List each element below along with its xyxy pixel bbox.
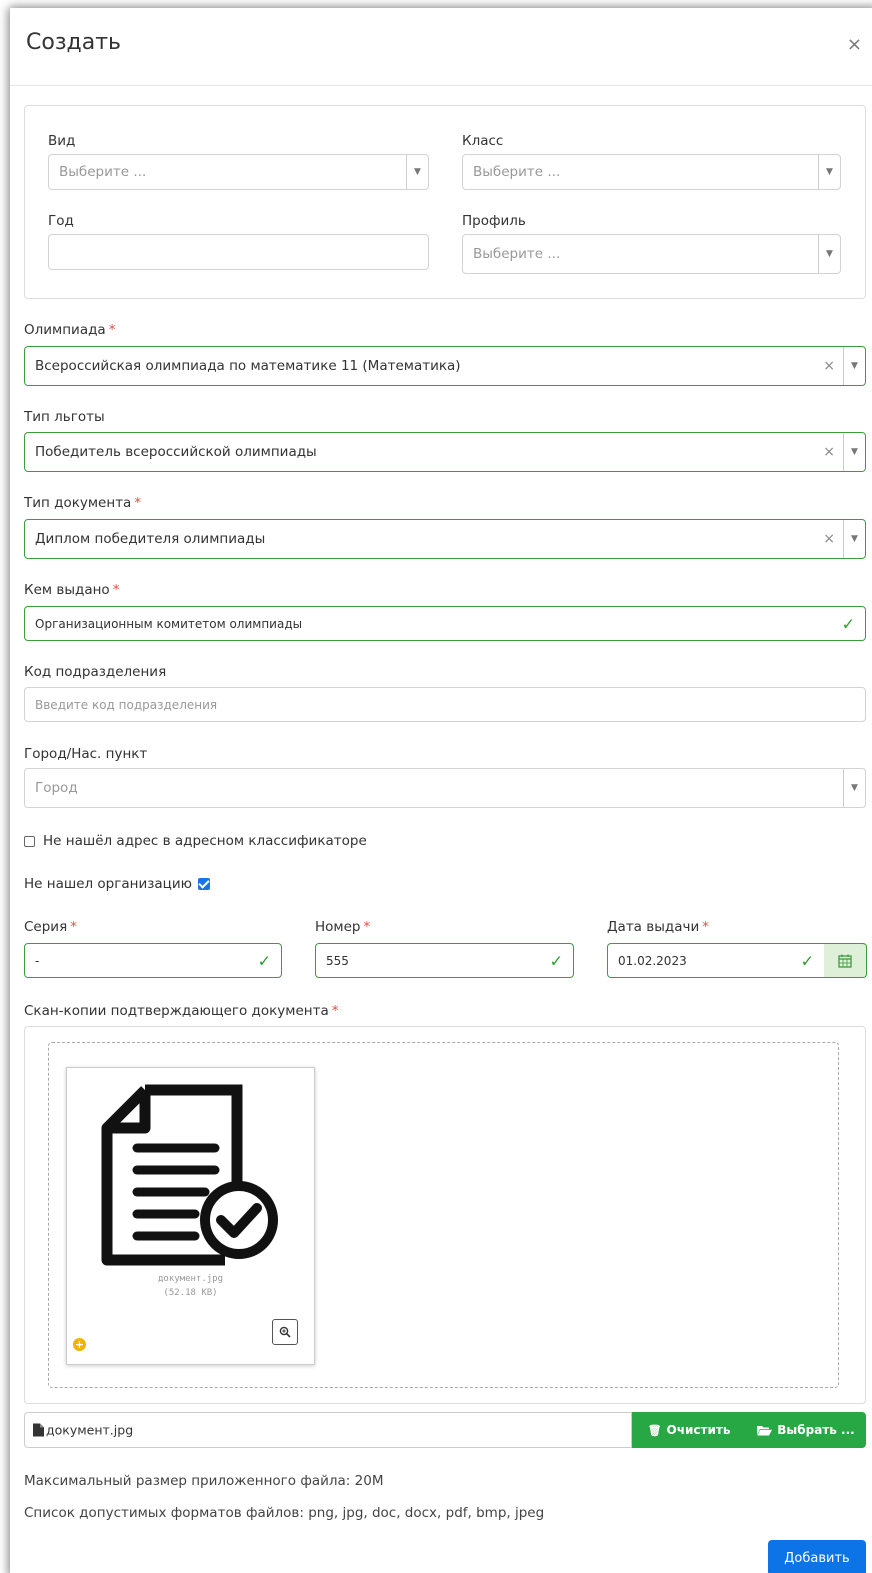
plus-circle-icon: + bbox=[73, 1338, 86, 1351]
required-mark: * bbox=[112, 582, 120, 598]
series-label: Серия * bbox=[24, 919, 77, 935]
issue-date-input[interactable]: 01.02.2023 ✓ bbox=[607, 943, 825, 978]
benefit-type-select[interactable]: Победитель всероссийской олимпиады × ▼ bbox=[24, 432, 866, 472]
dialog-title: Создать bbox=[26, 30, 121, 55]
required-mark: * bbox=[702, 919, 709, 935]
required-mark: * bbox=[70, 919, 77, 935]
file-caption-name: документ.jpg bbox=[46, 1422, 134, 1438]
number-label-text: Номер bbox=[315, 919, 361, 935]
number-value: 555 bbox=[326, 953, 349, 968]
address-not-found-checkbox[interactable]: Не нашёл адрес в адресном классификаторе bbox=[24, 833, 367, 849]
preview-file-name: документ.jpg bbox=[157, 1274, 224, 1284]
chevron-down-icon[interactable]: ▼ bbox=[818, 155, 840, 189]
chevron-down-icon[interactable]: ▼ bbox=[818, 235, 840, 273]
preview-file-size: (52.18 KB) bbox=[163, 1288, 218, 1298]
choose-file-button[interactable]: Выбрать ... bbox=[746, 1412, 866, 1448]
check-icon: ✓ bbox=[841, 614, 855, 633]
calendar-button[interactable] bbox=[824, 943, 867, 978]
chevron-down-icon[interactable]: ▼ bbox=[843, 769, 865, 807]
folder-open-icon bbox=[757, 1425, 773, 1435]
vid-label: Вид bbox=[48, 133, 76, 149]
org-not-found-checkbox[interactable]: Не нашел организацию bbox=[24, 876, 210, 892]
olympiad-select[interactable]: Всероссийская олимпиада по математике 11… bbox=[24, 346, 866, 386]
city-placeholder: Город bbox=[35, 780, 78, 796]
series-label-text: Серия bbox=[24, 919, 68, 935]
benefit-type-value: Победитель всероссийской олимпиады bbox=[35, 444, 317, 460]
clear-icon[interactable]: × bbox=[823, 358, 835, 374]
klass-label: Класс bbox=[462, 133, 504, 149]
zoom-in-icon bbox=[279, 1326, 291, 1338]
formats-info: Список допустимых форматов файлов: png, … bbox=[24, 1505, 545, 1521]
file-preview-card: документ.jpg (52.18 KB) + bbox=[66, 1067, 315, 1365]
required-mark: * bbox=[331, 1003, 339, 1019]
doc-type-value: Диплом победителя олимпиады bbox=[35, 531, 266, 547]
dialog-header: Создать × bbox=[10, 8, 872, 86]
klass-select[interactable]: Выберите ... ▼ bbox=[462, 154, 841, 190]
vid-select[interactable]: Выберите ... ▼ bbox=[48, 154, 429, 190]
chevron-down-icon[interactable]: ▼ bbox=[406, 155, 428, 189]
address-not-found-label: Не нашёл адрес в адресном классификаторе bbox=[43, 833, 367, 849]
create-dialog: Создать × Вид Выберите ... ▼ Класс Выбер… bbox=[10, 8, 872, 1573]
clear-icon[interactable]: × bbox=[823, 444, 835, 460]
checkbox-checked-icon[interactable] bbox=[198, 878, 210, 890]
max-size-info: Максимальный размер приложенного файла: … bbox=[24, 1473, 384, 1489]
city-label: Город/Нас. пункт bbox=[24, 746, 148, 762]
chevron-down-icon[interactable]: ▼ bbox=[843, 520, 865, 558]
file-icon bbox=[33, 1423, 44, 1437]
profil-placeholder: Выберите ... bbox=[473, 246, 561, 262]
check-icon: ✓ bbox=[800, 951, 814, 970]
add-button[interactable]: Добавить bbox=[768, 1540, 866, 1573]
series-value: - bbox=[35, 953, 40, 968]
check-icon: ✓ bbox=[257, 951, 271, 970]
file-caption: документ.jpg bbox=[24, 1412, 632, 1448]
benefit-type-label: Тип льготы bbox=[24, 409, 105, 425]
clear-button[interactable]: 🗑 Очистить bbox=[632, 1412, 746, 1448]
klass-placeholder: Выберите ... bbox=[473, 164, 561, 180]
trash-icon: 🗑 bbox=[647, 1423, 662, 1437]
god-label: Год bbox=[48, 213, 74, 229]
clear-button-label: Очистить bbox=[666, 1423, 731, 1437]
issued-by-label: Кем выдано * bbox=[24, 582, 119, 598]
close-icon[interactable]: × bbox=[847, 34, 862, 55]
calendar-icon bbox=[838, 954, 852, 968]
doc-type-select[interactable]: Диплом победителя олимпиады × ▼ bbox=[24, 519, 866, 559]
division-code-input[interactable]: Введите код подразделения bbox=[24, 687, 866, 722]
vid-placeholder: Выберите ... bbox=[59, 164, 147, 180]
issue-date-label: Дата выдачи * bbox=[607, 919, 709, 935]
olympiad-label-text: Олимпиада bbox=[24, 322, 106, 338]
issued-by-input[interactable]: Организационным комитетом олимпиады ✓ bbox=[24, 606, 866, 641]
scans-label: Скан-копии подтверждающего документа * bbox=[24, 1003, 338, 1019]
division-code-label: Код подразделения bbox=[24, 664, 167, 680]
profil-select[interactable]: Выберите ... ▼ bbox=[462, 234, 841, 274]
olympiad-label: Олимпиада * bbox=[24, 322, 115, 338]
division-code-placeholder: Введите код подразделения bbox=[35, 697, 218, 712]
issue-date-value: 01.02.2023 bbox=[618, 953, 687, 968]
chevron-down-icon[interactable]: ▼ bbox=[843, 433, 865, 471]
document-check-icon bbox=[101, 1084, 278, 1266]
god-input[interactable] bbox=[48, 234, 429, 270]
series-input[interactable]: - ✓ bbox=[24, 943, 282, 978]
doc-type-label-text: Тип документа bbox=[24, 495, 132, 511]
scans-label-text: Скан-копии подтверждающего документа bbox=[24, 1003, 329, 1019]
city-select[interactable]: Город ▼ bbox=[24, 768, 866, 808]
org-not-found-label: Не нашел организацию bbox=[24, 876, 192, 892]
required-mark: * bbox=[108, 322, 116, 338]
number-label: Номер * bbox=[315, 919, 370, 935]
issue-date-label-text: Дата выдачи bbox=[607, 919, 700, 935]
required-mark: * bbox=[363, 919, 371, 935]
required-mark: * bbox=[134, 495, 142, 511]
profil-label: Профиль bbox=[462, 213, 526, 229]
issued-by-label-text: Кем выдано bbox=[24, 582, 110, 598]
doc-type-label: Тип документа * bbox=[24, 495, 141, 511]
file-caption-text: документ.jpg bbox=[33, 1423, 133, 1438]
issued-by-value: Организационным комитетом олимпиады bbox=[35, 616, 303, 631]
number-input[interactable]: 555 ✓ bbox=[315, 943, 574, 978]
check-icon: ✓ bbox=[549, 951, 563, 970]
olympiad-value: Всероссийская олимпиада по математике 11… bbox=[35, 358, 461, 374]
choose-file-button-label: Выбрать ... bbox=[777, 1423, 855, 1437]
checkbox-unchecked-icon[interactable] bbox=[24, 835, 35, 847]
zoom-button[interactable] bbox=[272, 1319, 298, 1345]
clear-icon[interactable]: × bbox=[823, 531, 835, 547]
chevron-down-icon[interactable]: ▼ bbox=[843, 347, 865, 385]
